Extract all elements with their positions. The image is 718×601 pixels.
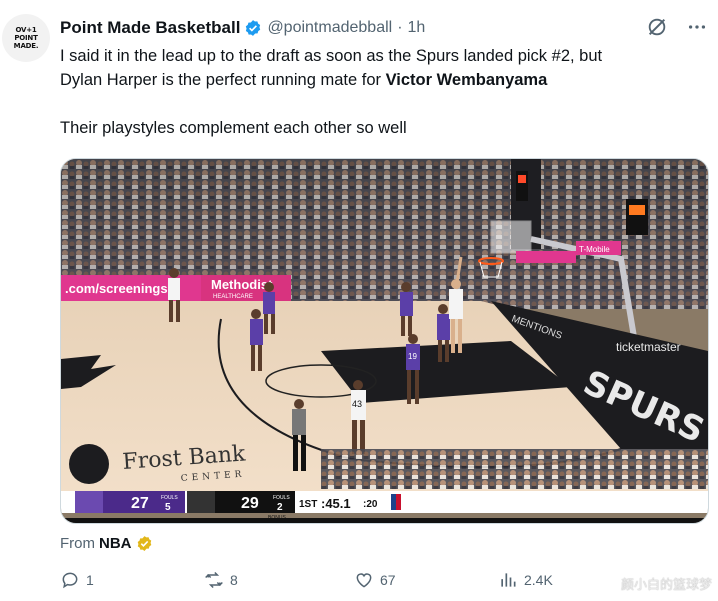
game-clock: :45.1 bbox=[321, 496, 351, 511]
source-prefix: From bbox=[60, 535, 95, 552]
home-fouls: 2 bbox=[277, 502, 283, 513]
author-avatar[interactable]: OV+1 POINT MADE. bbox=[2, 14, 50, 62]
away-logo-bg bbox=[75, 491, 103, 513]
source-name[interactable]: NBA bbox=[99, 535, 132, 552]
grok-icon[interactable] bbox=[646, 16, 668, 38]
reply-button[interactable]: 1 bbox=[60, 570, 94, 590]
action-bar: 1 8 67 2.4K bbox=[60, 570, 710, 594]
views-count: 2.4K bbox=[524, 572, 553, 588]
tweet-video[interactable]: .com/screenings Methodist HEALTHCARE T-M… bbox=[60, 158, 709, 524]
repost-button[interactable]: 8 bbox=[204, 570, 238, 590]
repost-count: 8 bbox=[230, 572, 238, 588]
game-quarter: 1ST bbox=[299, 499, 317, 510]
led-board-right bbox=[516, 251, 576, 263]
nba-logo-red bbox=[396, 494, 401, 510]
stanchion-led bbox=[629, 205, 645, 215]
video-frame: .com/screenings Methodist HEALTHCARE T-M… bbox=[61, 159, 708, 523]
header-actions bbox=[646, 16, 708, 38]
shot-clock: :20 bbox=[363, 499, 378, 510]
author-name[interactable]: Point Made Basketball bbox=[60, 18, 240, 38]
frost-logo bbox=[69, 444, 109, 484]
avatar-text-line: OV+1 bbox=[15, 26, 37, 34]
tweet-header: Point Made Basketball @pointmadebball · … bbox=[60, 16, 708, 40]
video-progress-track[interactable] bbox=[61, 518, 708, 523]
repost-icon bbox=[205, 571, 223, 589]
jersey-number-43: 43 bbox=[352, 399, 362, 409]
led-methodist: Methodist bbox=[211, 277, 273, 292]
avatar-text-line: POINT bbox=[14, 34, 38, 42]
away-fouls: 5 bbox=[165, 502, 171, 513]
floor-ticketmaster: ticketmaster bbox=[616, 340, 681, 354]
front-row-crowd bbox=[321, 449, 708, 489]
tweet-text-line: Dylan Harper is the perfect running mate… bbox=[60, 68, 710, 92]
away-score: 27 bbox=[131, 495, 149, 512]
gold-verified-icon bbox=[137, 536, 151, 551]
watermark: 颜小白的篮球梦 bbox=[620, 578, 712, 593]
tweet-text-line: I said it in the lead up to the draft as… bbox=[60, 47, 603, 65]
home-logo-bg bbox=[187, 491, 215, 513]
source-attribution: From NBA bbox=[60, 535, 153, 552]
led-tmobile: T-Mobile bbox=[579, 245, 610, 254]
like-button[interactable]: 67 bbox=[354, 570, 396, 590]
home-score: 29 bbox=[241, 495, 259, 512]
home-fouls-label: FOULS bbox=[273, 495, 290, 501]
more-options-icon[interactable] bbox=[686, 16, 708, 38]
avatar-text-line: MADE. bbox=[13, 42, 39, 50]
heart-icon bbox=[356, 573, 372, 588]
jersey-number-19: 19 bbox=[408, 352, 417, 361]
tweet-text-fragment: Dylan Harper is the perfect running mate… bbox=[60, 71, 386, 89]
views-chart-icon bbox=[501, 573, 516, 587]
led-methodist-sub: HEALTHCARE bbox=[213, 294, 253, 300]
backboard bbox=[490, 220, 532, 254]
author-handle[interactable]: @pointmadebball bbox=[267, 19, 392, 37]
like-count: 67 bbox=[380, 572, 396, 588]
reply-icon bbox=[62, 572, 78, 589]
tweet-text-line: Their playstyles complement each other s… bbox=[60, 119, 407, 137]
shot-clock-led bbox=[518, 175, 526, 183]
away-fouls-label: FOULS bbox=[161, 495, 178, 501]
tweet-text-bold: Victor Wembanyama bbox=[385, 71, 548, 89]
time-separator: · bbox=[397, 19, 403, 36]
verified-badge-icon bbox=[246, 20, 261, 36]
tweet-text: I said it in the lead up to the draft as… bbox=[60, 44, 710, 140]
tweet-time[interactable]: 1h bbox=[408, 19, 426, 37]
reply-count: 1 bbox=[86, 572, 94, 588]
stanchion-display bbox=[626, 199, 648, 235]
views-button[interactable]: 2.4K bbox=[498, 570, 553, 590]
led-screenings: .com/screenings bbox=[65, 281, 168, 296]
